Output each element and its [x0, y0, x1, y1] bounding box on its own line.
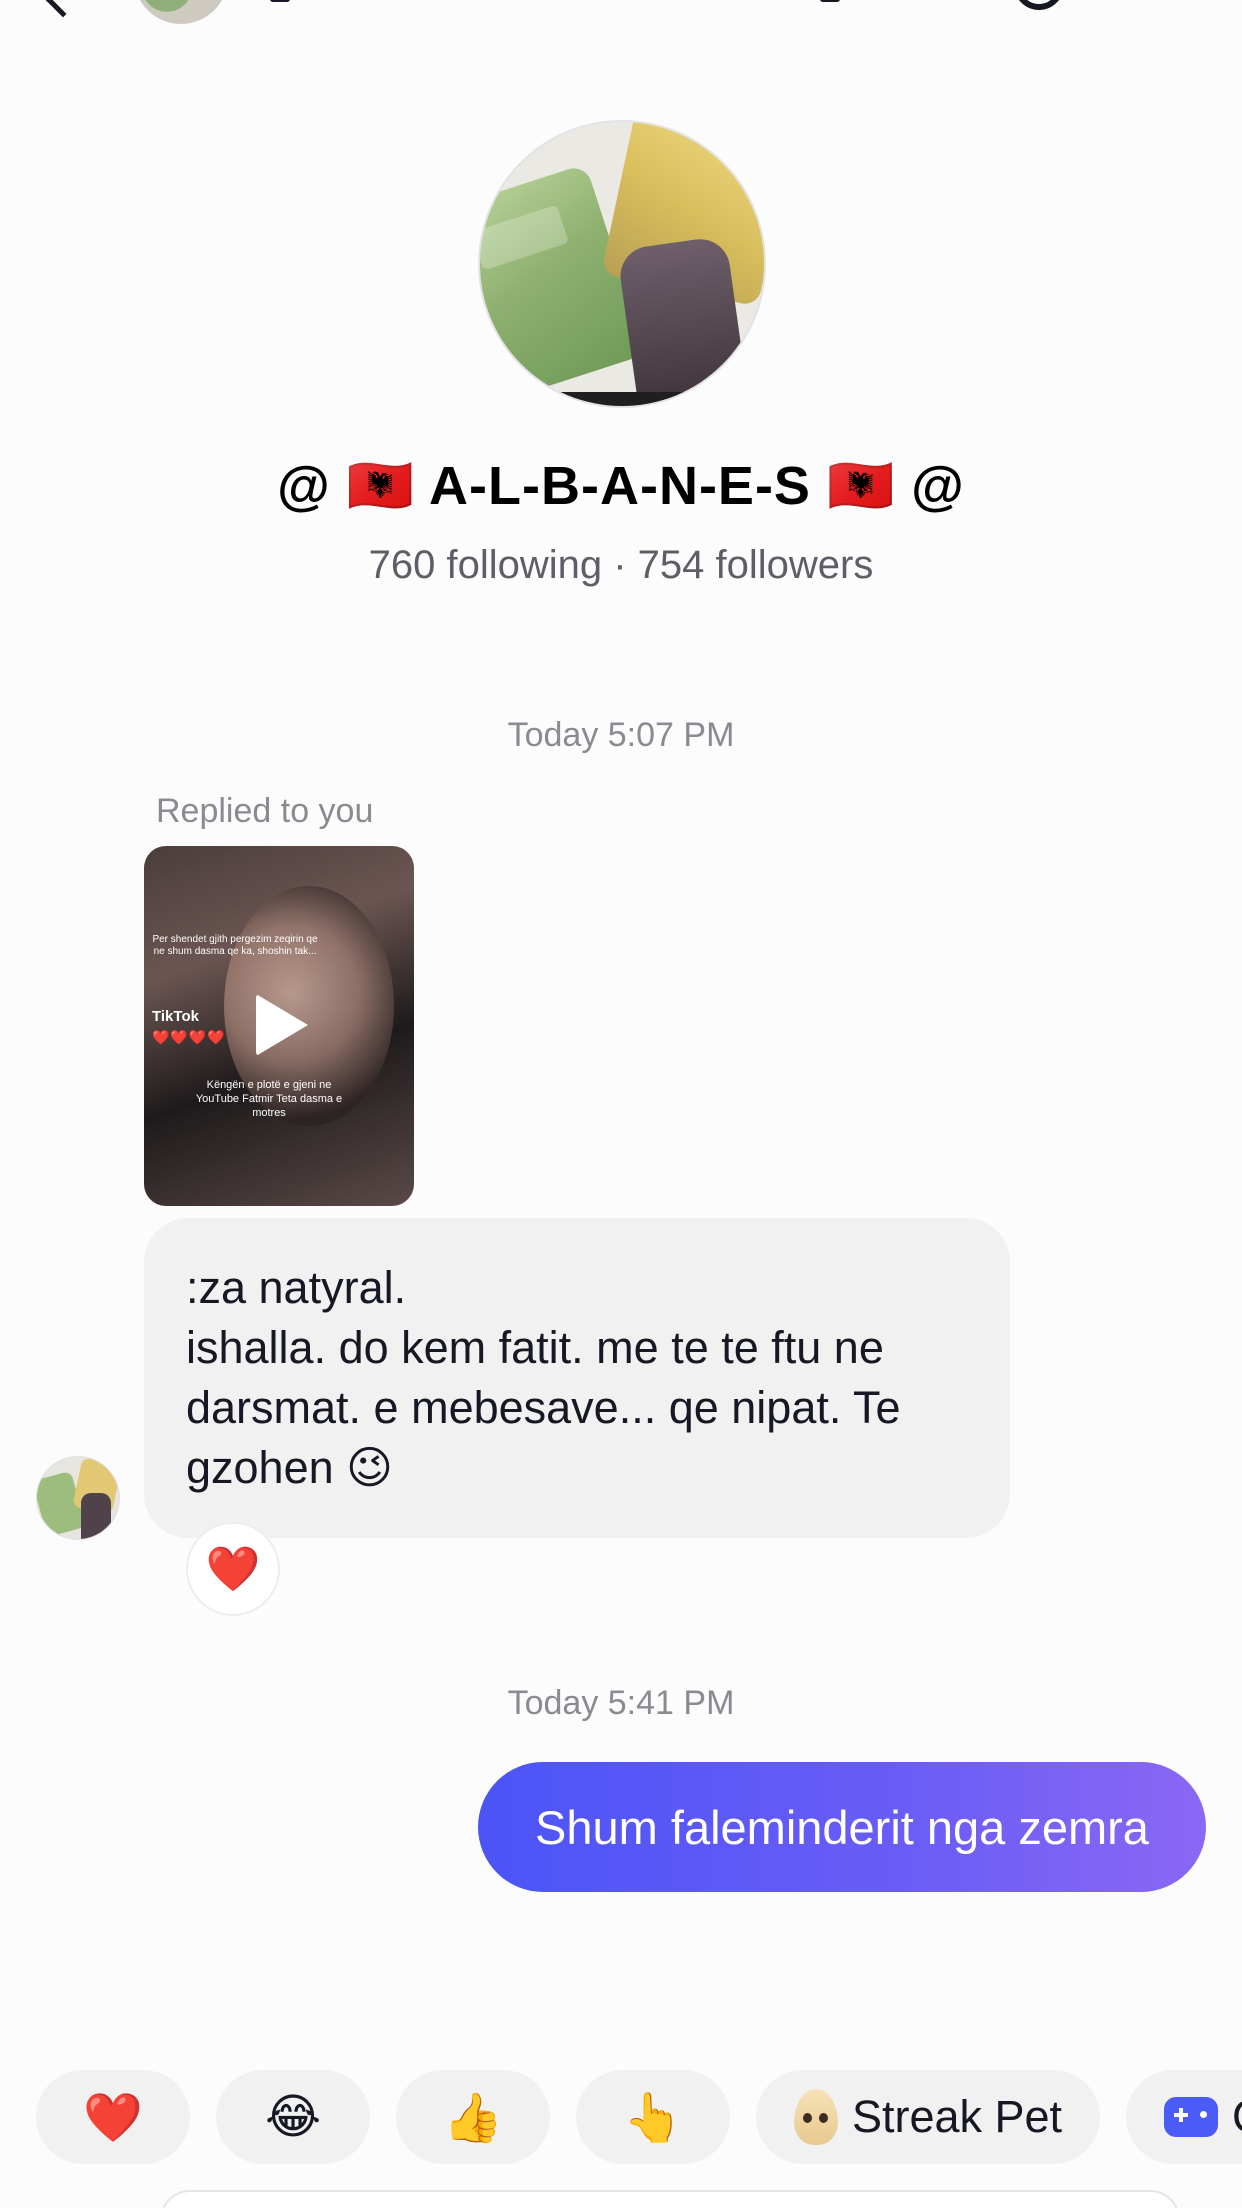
incoming-message-text: :za natyral. ishalla. do kem fatit. me t… — [186, 1262, 901, 1493]
quick-reaction-thumbs-up[interactable]: 👍 — [396, 2070, 550, 2164]
egg-pet-icon — [793, 2089, 838, 2145]
quick-reaction-laugh[interactable]: 😂 — [216, 2070, 370, 2164]
header-title-fragment — [270, 0, 290, 2]
chat-screen: @ 🇦🇱 A-L-B-A-N-E-S 🇦🇱 @ 760 following · … — [0, 0, 1242, 2208]
message-input[interactable] — [160, 2190, 1180, 2208]
quick-reaction-point-up[interactable]: 👆 — [576, 2070, 730, 2164]
streak-pet-label: Streak Pet — [851, 2091, 1063, 2142]
sender-avatar[interactable] — [36, 1456, 120, 1540]
replied-label: Replied to you — [156, 792, 374, 830]
video-reply-thumbnail[interactable]: Per shendet gjith pergezim zeqirin qe ne… — [144, 846, 414, 1206]
play-icon[interactable] — [256, 994, 308, 1056]
games-button[interactable]: G — [1126, 2070, 1242, 2164]
outgoing-message-bubble[interactable]: Shum faleminderit nga zemra — [478, 1762, 1206, 1892]
video-hearts: ❤️❤️❤️❤️ — [152, 1029, 226, 1045]
profile-name[interactable]: @ 🇦🇱 A-L-B-A-N-E-S 🇦🇱 @ — [0, 455, 1242, 518]
games-label: G — [1232, 2091, 1242, 2143]
video-caption-top: Per shendet gjith pergezim zeqirin qe ne… — [152, 934, 318, 957]
message-timestamp: Today 5:41 PM — [507, 1684, 735, 1722]
video-caption-bottom: Këngën e plotë e gjeni ne YouTube Fatmir… — [195, 1079, 343, 1119]
profile-avatar[interactable] — [478, 120, 766, 408]
header-title-fragment — [820, 0, 840, 2]
profile-stats: 760 following · 754 followers — [368, 543, 874, 587]
chat-header — [0, 0, 1242, 30]
outgoing-message-text: Shum faleminderit nga zemra — [535, 1800, 1149, 1854]
more-options-icon[interactable] — [1014, 0, 1064, 10]
message-timestamp: Today 5:07 PM — [507, 716, 735, 754]
header-avatar[interactable] — [134, 0, 228, 24]
game-controller-icon — [1164, 2097, 1218, 2137]
quick-reaction-bar: ❤️ 😂 👍 👆 Streak Pet G — [0, 2070, 1242, 2166]
incoming-message-bubble[interactable]: :za natyral. ishalla. do kem fatit. me t… — [144, 1218, 1010, 1538]
quick-reaction-heart[interactable]: ❤️ — [36, 2070, 190, 2164]
back-arrow-icon[interactable] — [44, 0, 82, 18]
heart-reaction-badge[interactable]: ❤️ — [186, 1522, 280, 1616]
streak-pet-button[interactable]: Streak Pet — [756, 2070, 1100, 2164]
tiktok-logo-text: TikTok — [152, 1008, 199, 1025]
